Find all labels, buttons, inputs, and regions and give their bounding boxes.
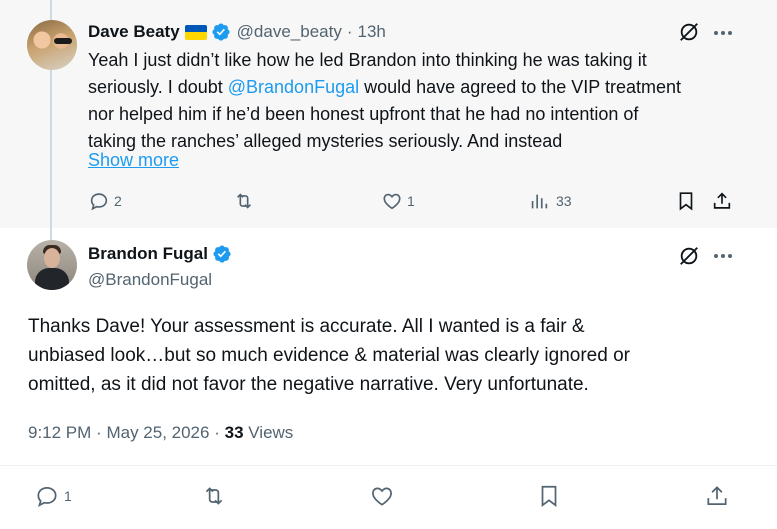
- text-line: unbiased look…but so much evidence & mat…: [28, 345, 630, 366]
- bookmark-button[interactable]: [536, 483, 562, 509]
- avatar[interactable]: [27, 240, 77, 290]
- bookmark-button[interactable]: [675, 190, 697, 212]
- verified-badge-icon[interactable]: [211, 22, 231, 42]
- repost-button[interactable]: [232, 190, 256, 212]
- main-tweet-text: Thanks Dave! Your assessment is accurate…: [28, 312, 630, 399]
- text-line: nor helped him if he’d been honest upfro…: [88, 104, 639, 124]
- tweet-time[interactable]: 13h: [358, 22, 386, 42]
- tweet-time[interactable]: 9:12 PM: [28, 423, 91, 442]
- like-count: 1: [407, 193, 415, 209]
- avatar[interactable]: [27, 20, 77, 70]
- parent-tweet-text: Yeah I just didn’t like how he led Brand…: [88, 47, 681, 155]
- tweet-thread: Dave Beaty @dave_beaty · 13h Yeah I just…: [0, 0, 777, 529]
- show-more-link[interactable]: Show more: [88, 150, 179, 171]
- avatar-detail: [35, 268, 69, 290]
- author-name[interactable]: Brandon Fugal: [88, 244, 208, 264]
- views-count: 33: [556, 193, 572, 209]
- like-button[interactable]: 1: [381, 190, 415, 212]
- text-line: omitted, as it did not favor the negativ…: [28, 374, 589, 395]
- separator-dot: ·: [346, 22, 353, 41]
- text-line: Thanks Dave! Your assessment is accurate…: [28, 316, 585, 337]
- reply-count: 1: [64, 488, 72, 504]
- grok-icon[interactable]: [678, 245, 700, 267]
- author-name[interactable]: Dave Beaty: [88, 22, 180, 42]
- more-options-icon[interactable]: [713, 253, 733, 259]
- like-button[interactable]: [369, 483, 395, 509]
- ukraine-flag-icon: [184, 24, 207, 40]
- mention-link[interactable]: @BrandonFugal: [228, 77, 359, 97]
- repost-button[interactable]: [200, 483, 228, 509]
- author-handle[interactable]: @BrandonFugal: [88, 270, 212, 290]
- avatar-detail: [54, 38, 72, 44]
- tweet-date[interactable]: May 25, 2026: [106, 423, 209, 442]
- more-options-icon[interactable]: [713, 30, 733, 36]
- share-button[interactable]: [704, 483, 730, 509]
- text-line: Yeah I just didn’t like how he led Brand…: [88, 50, 647, 70]
- separator-dot: ·: [96, 423, 102, 442]
- views-count: 33: [224, 423, 244, 442]
- parent-author-row: Dave Beaty @dave_beaty · 13h: [88, 22, 386, 42]
- reply-button[interactable]: 2: [88, 190, 122, 212]
- share-button[interactable]: [711, 190, 733, 212]
- tweet-metadata: 9:12 PM · May 25, 2026 · 33 Views: [28, 423, 293, 443]
- grok-icon[interactable]: [678, 21, 700, 43]
- views-label: Views: [248, 423, 294, 442]
- reply-button[interactable]: 1: [34, 483, 72, 509]
- main-author-row: Brandon Fugal: [88, 244, 232, 264]
- separator-dot: ·: [214, 423, 220, 442]
- verified-badge-icon[interactable]: [212, 244, 232, 264]
- text-segment: would have agreed to the VIP treatment: [364, 77, 681, 97]
- views-button[interactable]: 33: [528, 190, 572, 212]
- reply-count: 2: [114, 193, 122, 209]
- text-line: seriously. I doubt @BrandonFugal would h…: [88, 74, 681, 101]
- author-handle[interactable]: @dave_beaty: [237, 22, 342, 42]
- divider: [0, 465, 777, 466]
- text-segment: seriously. I doubt: [88, 77, 228, 97]
- avatar-detail: [44, 248, 60, 268]
